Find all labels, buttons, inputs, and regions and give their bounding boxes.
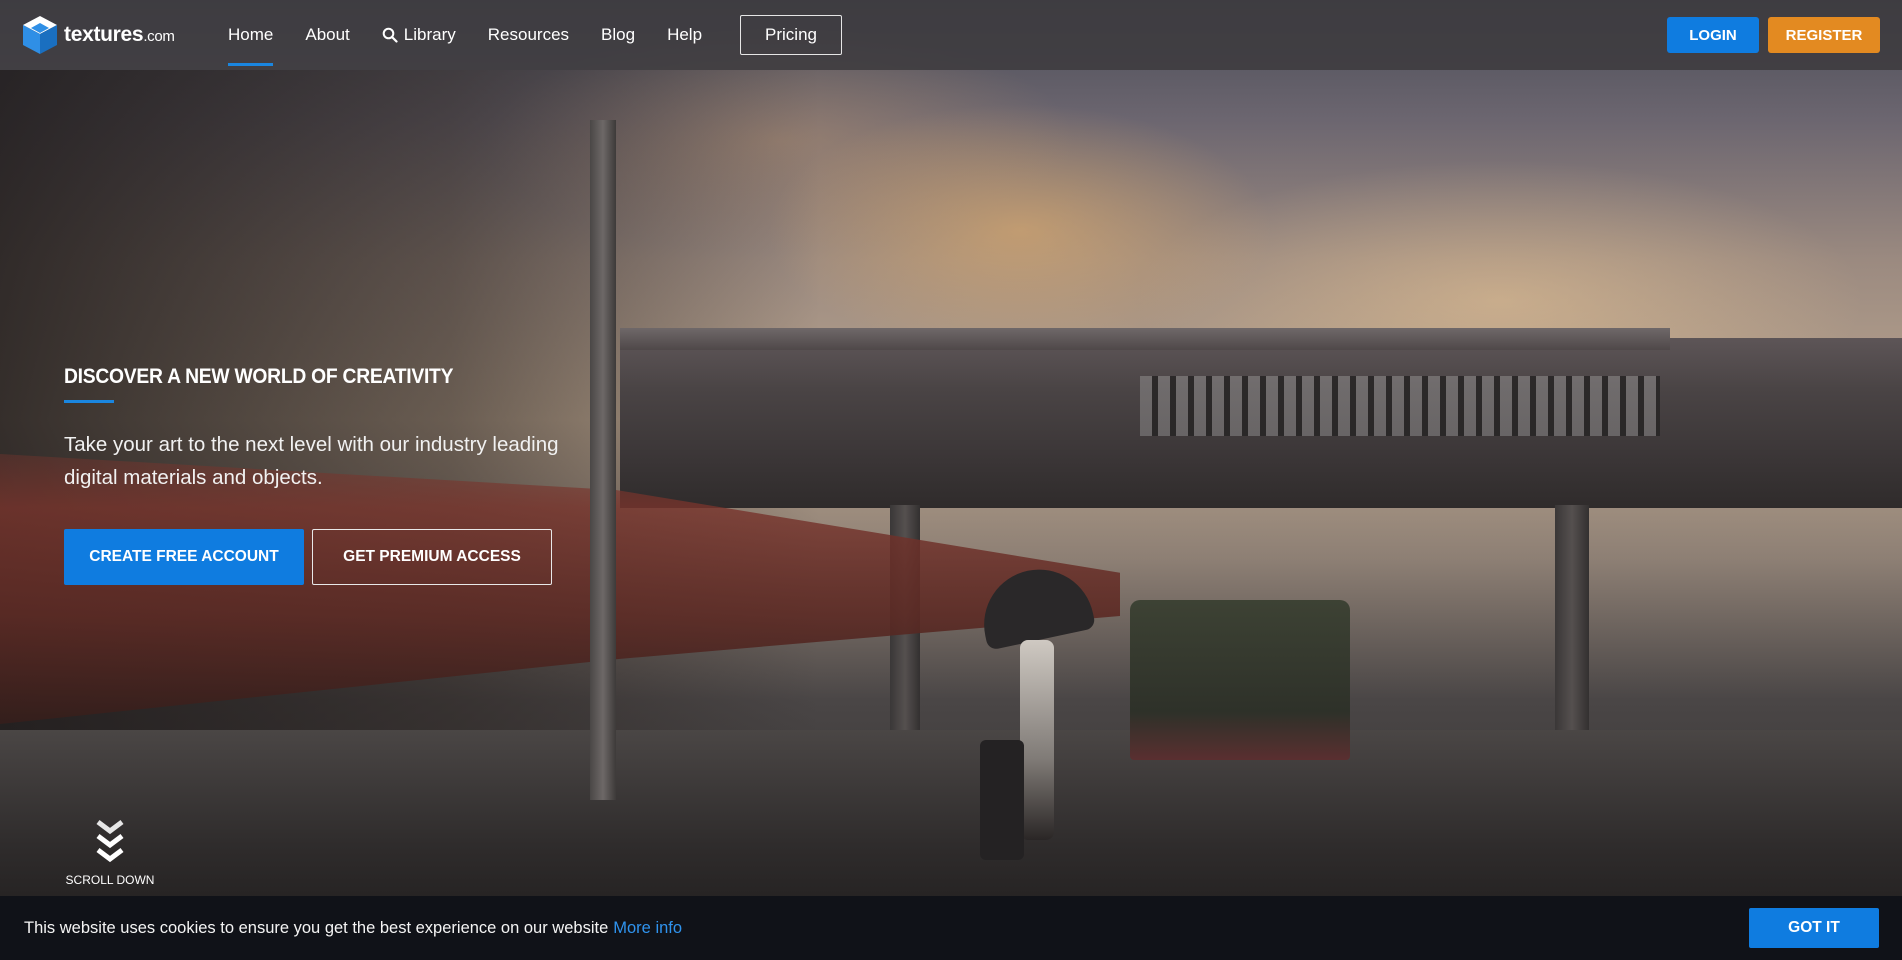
main-nav: Home About Library Resources Blog Help P… — [212, 0, 842, 70]
nav-blog[interactable]: Blog — [585, 0, 651, 70]
create-free-account-button[interactable]: CREATE FREE ACCOUNT — [64, 529, 304, 585]
person-with-umbrella-illustration — [973, 559, 1097, 870]
register-button[interactable]: REGISTER — [1768, 17, 1880, 53]
logo-text: textures.com — [64, 23, 175, 46]
pricing-button[interactable]: Pricing — [740, 15, 842, 55]
get-premium-access-button[interactable]: GET PREMIUM ACCESS — [312, 529, 552, 585]
nav-home[interactable]: Home — [212, 0, 289, 70]
lamp-post-illustration — [590, 120, 616, 800]
cookie-message: This website uses cookies to ensure you … — [24, 918, 683, 938]
search-icon — [382, 27, 398, 43]
cube-logo-icon — [23, 16, 57, 54]
top-navigation-bar: textures.com Home About Library Resource… — [0, 0, 1902, 70]
nav-about[interactable]: About — [289, 0, 365, 70]
hero-title-underline — [64, 400, 114, 403]
login-button[interactable]: LOGIN — [1667, 17, 1759, 53]
nav-help[interactable]: Help — [651, 0, 718, 70]
double-chevron-down-icon — [96, 820, 124, 863]
scroll-down-label: SCROLL DOWN — [65, 873, 155, 887]
cookie-more-info-link[interactable]: More info — [613, 919, 682, 938]
cookie-accept-button[interactable]: GOT IT — [1749, 908, 1879, 948]
cookie-consent-bar: This website uses cookies to ensure you … — [0, 896, 1902, 960]
hero-title: DISCOVER A NEW WORLD OF CREATIVITY — [64, 365, 454, 388]
nav-library[interactable]: Library — [366, 0, 472, 70]
nav-resources[interactable]: Resources — [472, 0, 585, 70]
locomotive-illustration — [1130, 600, 1350, 760]
scroll-down-link[interactable]: SCROLL DOWN — [62, 818, 158, 887]
bridge-illustration — [620, 328, 1902, 508]
hero-subtitle: Take your art to the next level with our… — [64, 433, 559, 489]
site-logo[interactable]: textures.com — [22, 15, 175, 55]
